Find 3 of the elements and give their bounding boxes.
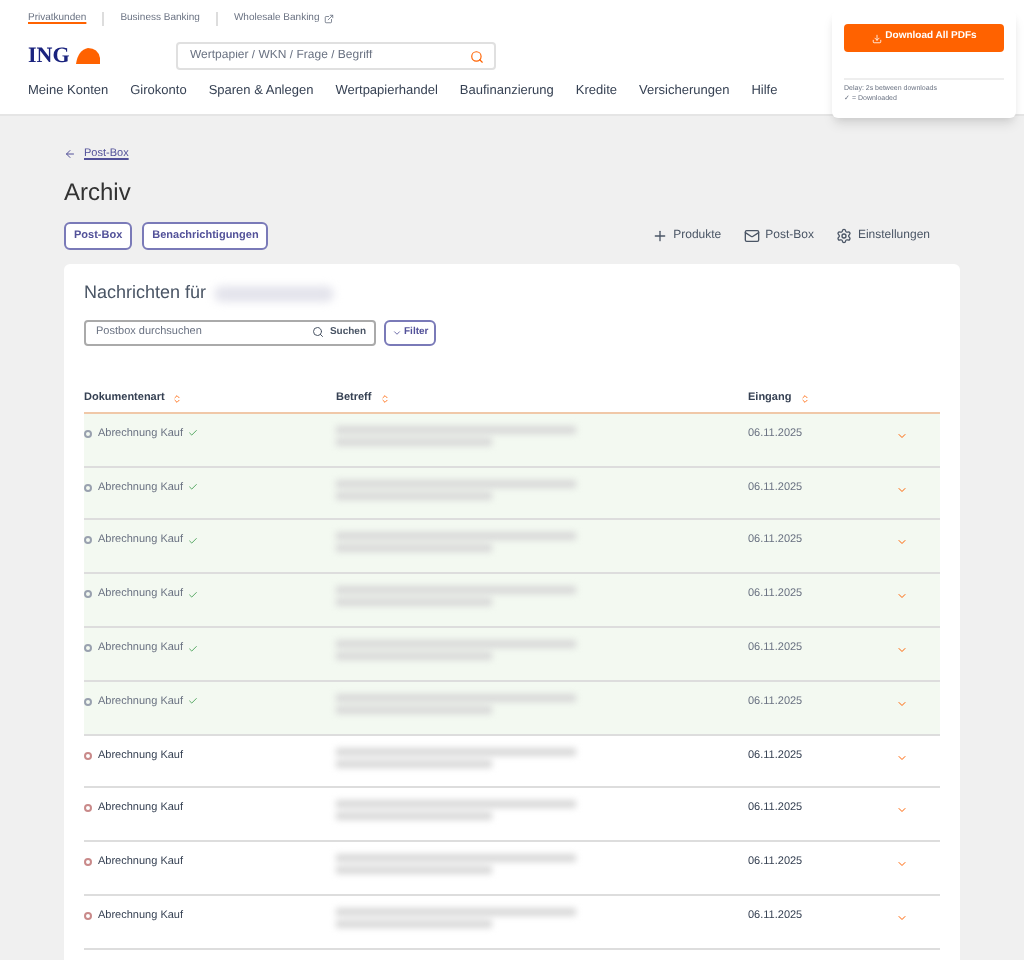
card-title: Nachrichten für [84, 280, 207, 307]
logo-text: ING [28, 41, 70, 72]
page-title: Archiv [64, 176, 133, 211]
